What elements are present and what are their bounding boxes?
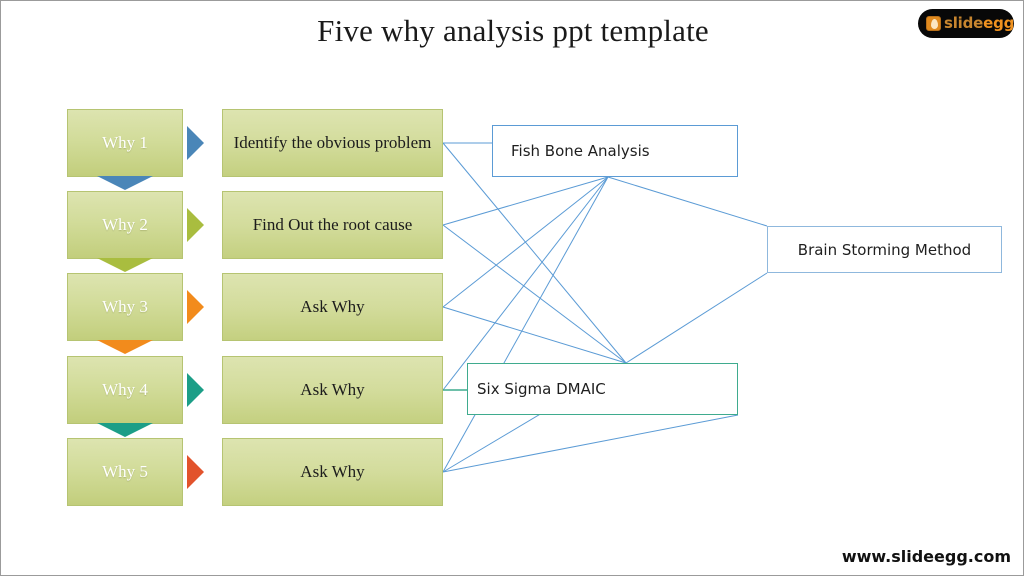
why-box-label: Why 1 [102, 133, 148, 152]
why-box-4[interactable]: Why 4 [67, 356, 183, 424]
why-tail-4 [97, 423, 153, 437]
why-box-2[interactable]: Why 2 [67, 191, 183, 259]
method-box-brain-storming-method[interactable]: Brain Storming Method [767, 226, 1002, 273]
description-box-1[interactable]: Identify the obvious problem [222, 109, 443, 177]
description-label: Find Out the root cause [252, 215, 413, 235]
method-label: Brain Storming Method [797, 240, 972, 259]
step-arrow-5 [187, 455, 204, 489]
method-label: Fish Bone Analysis [511, 142, 650, 160]
logo-text-slide: slide [944, 14, 984, 32]
connector-fishbone-brainstorm [607, 176, 768, 227]
connector-step5-sixsigma-bottom [442, 414, 739, 473]
connector-fishbone-step4 [442, 176, 609, 391]
step-arrow-2 [187, 208, 204, 242]
why-box-3[interactable]: Why 3 [67, 273, 183, 341]
connector-fishbone-step3 [442, 176, 609, 308]
footer-website-url: www.slideegg.com [841, 547, 1011, 566]
why-tail-1 [97, 176, 153, 190]
slide-canvas: Five why analysis ppt template slideegg [0, 0, 1024, 576]
slideegg-logo[interactable]: slideegg [918, 9, 1014, 38]
why-box-label: Why 4 [102, 380, 148, 399]
why-box-label: Why 2 [102, 215, 148, 234]
method-label: Six Sigma DMAIC [477, 380, 606, 398]
method-box-fish-bone-analysis[interactable]: Fish Bone Analysis [492, 125, 738, 177]
connector-sixsigma-brainstorm [625, 272, 768, 364]
connector-sixsigma-step3 [442, 306, 627, 364]
step-arrow-3 [187, 290, 204, 324]
description-box-2[interactable]: Find Out the root cause [222, 191, 443, 259]
description-label: Identify the obvious problem [233, 133, 432, 153]
why-box-label: Why 3 [102, 297, 148, 316]
description-label: Ask Why [300, 297, 365, 317]
description-box-5[interactable]: Ask Why [222, 438, 443, 506]
why-tail-2 [97, 258, 153, 272]
step-arrow-1 [187, 126, 204, 160]
why-box-5[interactable]: Why 5 [67, 438, 183, 506]
step-arrow-4 [187, 373, 204, 407]
description-label: Ask Why [300, 380, 365, 400]
why-box-1[interactable]: Why 1 [67, 109, 183, 177]
description-label: Ask Why [300, 462, 365, 482]
description-box-3[interactable]: Ask Why [222, 273, 443, 341]
connector-fishbone-step2 [442, 176, 609, 226]
why-tail-3 [97, 340, 153, 354]
logo-text-egg: egg [983, 14, 1015, 32]
connector-sixsigma-step2 [442, 224, 627, 364]
description-box-4[interactable]: Ask Why [222, 356, 443, 424]
connector-fishbone-step5 [442, 176, 609, 473]
why-box-label: Why 5 [102, 462, 148, 481]
egg-icon [926, 16, 941, 31]
method-box-six-sigma-dmaic[interactable]: Six Sigma DMAIC [467, 363, 738, 415]
logo-wordmark: slideegg [944, 16, 1014, 31]
page-title: Five why analysis ppt template [317, 13, 709, 48]
